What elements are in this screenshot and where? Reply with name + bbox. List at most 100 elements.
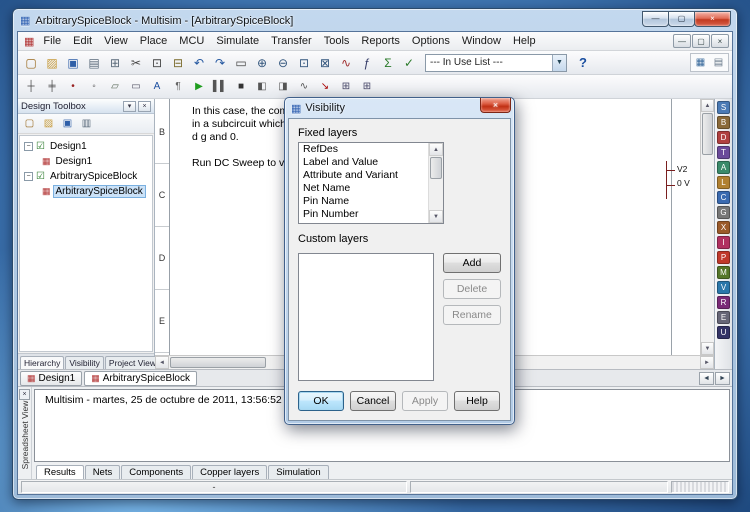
layer-item[interactable]: Pin Name <box>299 195 443 208</box>
menu-reports[interactable]: Reports <box>355 33 406 49</box>
copy-icon[interactable]: ⊡ <box>147 53 167 73</box>
tab-project-view[interactable]: Project View <box>104 356 161 369</box>
function-generator-icon[interactable]: ∿ <box>294 77 314 97</box>
add-button[interactable]: Add <box>443 253 501 273</box>
combo-dropdown-icon[interactable]: ▼ <box>552 54 566 71</box>
tree-item-design1-root[interactable]: − ☑ Design1 <box>20 139 152 154</box>
save-icon[interactable]: ▣ <box>63 53 83 73</box>
oscilloscope-icon[interactable]: ◨ <box>273 77 293 97</box>
menu-mcu[interactable]: MCU <box>173 33 210 49</box>
zoom-out-icon[interactable]: ⊖ <box>273 53 293 73</box>
rename-button[interactable]: Rename <box>443 305 501 325</box>
tree-item-design1-sheet[interactable]: ▦ Design1 <box>20 154 152 169</box>
expander-icon[interactable]: − <box>24 172 33 181</box>
analog-components-icon[interactable]: A <box>717 161 730 174</box>
misc-components-icon[interactable]: M <box>717 266 730 279</box>
vertical-scrollbar[interactable]: ▲ ▼ <box>700 99 714 355</box>
undo-icon[interactable]: ↶ <box>189 53 209 73</box>
place-bus-icon[interactable]: ╪ <box>42 77 62 97</box>
zoom-in-icon[interactable]: ⊕ <box>252 53 272 73</box>
checkbox-icon[interactable]: ☑ <box>36 171 45 182</box>
cut-icon[interactable]: ✂ <box>126 53 146 73</box>
zoom-fit-icon[interactable]: ⊠ <box>315 53 335 73</box>
expander-icon[interactable]: − <box>24 142 33 151</box>
subcircuit-icon[interactable]: ▭ <box>126 77 146 97</box>
mdi-minimize-button[interactable]: — <box>673 34 691 48</box>
hierarchical-block-icon[interactable]: ▱ <box>105 77 125 97</box>
description-box-icon[interactable]: ¶ <box>168 77 188 97</box>
menu-simulate[interactable]: Simulate <box>210 33 265 49</box>
tab-next-icon[interactable]: ► <box>715 371 730 385</box>
probe-icon[interactable]: ↘ <box>315 77 335 97</box>
minimize-button[interactable]: — <box>642 10 669 27</box>
print-preview-icon[interactable]: ⊞ <box>105 53 125 73</box>
menu-options[interactable]: Options <box>406 33 456 49</box>
rf-components-icon[interactable]: R <box>717 296 730 309</box>
scrollbar-thumb[interactable] <box>430 157 442 179</box>
layer-item[interactable]: Pin Number <box>299 208 443 221</box>
scrollbar-thumb[interactable] <box>702 113 713 155</box>
mdi-close-button[interactable]: × <box>711 34 729 48</box>
scroll-down-icon[interactable]: ▼ <box>429 210 443 223</box>
menu-window[interactable]: Window <box>456 33 507 49</box>
scroll-up-icon[interactable]: ▲ <box>429 143 443 156</box>
menu-tools[interactable]: Tools <box>318 33 356 49</box>
run-simulation-icon[interactable]: ▶ <box>189 77 209 97</box>
mdi-restore-button[interactable]: ▢ <box>692 34 710 48</box>
close-button[interactable]: × <box>694 10 731 27</box>
ok-button[interactable]: OK <box>298 391 344 411</box>
menu-edit[interactable]: Edit <box>67 33 98 49</box>
toolbox-new-icon[interactable]: ▢ <box>21 115 38 132</box>
checkbox-icon[interactable]: ☑ <box>36 141 45 152</box>
ttl-components-icon[interactable]: L <box>717 176 730 189</box>
scroll-left-icon[interactable]: ◄ <box>155 356 169 369</box>
delete-button[interactable]: Delete <box>443 279 501 299</box>
open-file-icon[interactable]: ▨ <box>42 53 62 73</box>
tab-results[interactable]: Results <box>36 465 84 479</box>
tab-visibility[interactable]: Visibility <box>65 356 104 369</box>
layer-item[interactable]: Label and Value <box>299 156 443 169</box>
stop-simulation-icon[interactable]: ■ <box>231 77 251 97</box>
grid-properties-icon[interactable]: ⊞ <box>357 77 377 97</box>
maximize-button[interactable]: ▢ <box>668 10 695 27</box>
diode-components-icon[interactable]: D <box>717 131 730 144</box>
grapher-icon[interactable]: ∿ <box>336 53 356 73</box>
dialog-close-icon[interactable]: × <box>480 98 511 113</box>
spreadsheet-close-icon[interactable]: × <box>19 389 30 400</box>
in-use-list-combobox[interactable]: --- In Use List --- ▼ <box>425 53 567 72</box>
listbox-scrollbar[interactable]: ▲ ▼ <box>428 143 443 223</box>
place-text-icon[interactable]: A <box>147 77 167 97</box>
print-icon[interactable]: ▤ <box>84 53 104 73</box>
tree-item-arbitraryspiceblock-sheet[interactable]: ▦ ArbitrarySpiceBlock <box>20 184 152 199</box>
tab-prev-icon[interactable]: ◄ <box>699 371 714 385</box>
status-grip[interactable] <box>671 481 729 493</box>
layer-item[interactable]: Net Name <box>299 182 443 195</box>
toolbox-open-icon[interactable]: ▨ <box>40 115 57 132</box>
redo-icon[interactable]: ↷ <box>210 53 230 73</box>
voltage-source-v2[interactable]: V2 0 V <box>657 161 699 203</box>
multimeter-icon[interactable]: ◧ <box>252 77 272 97</box>
layer-item[interactable]: Attribute and Variant <box>299 169 443 182</box>
paste-icon[interactable]: ⊟ <box>168 53 188 73</box>
tab-nets[interactable]: Nets <box>84 465 121 479</box>
layer-item[interactable]: RefDes <box>299 143 443 156</box>
mixed-components-icon[interactable]: X <box>717 221 730 234</box>
basic-components-icon[interactable]: B <box>717 116 730 129</box>
spreadsheet-toggle-icon[interactable]: ▤ <box>710 54 727 71</box>
dialog-title-bar[interactable]: ▦ Visibility × <box>288 98 511 118</box>
tab-simulation[interactable]: Simulation <box>268 465 329 479</box>
source-components-icon[interactable]: S <box>717 101 730 114</box>
analyses-icon[interactable]: ƒ <box>357 53 377 73</box>
power-components-icon[interactable]: P <box>717 251 730 264</box>
toolbox-layers-icon[interactable]: ▥ <box>78 115 95 132</box>
title-bar[interactable]: ▦ ArbitrarySpiceBlock - Multisim - [Arbi… <box>13 9 737 30</box>
cancel-button[interactable]: Cancel <box>350 391 396 411</box>
toolbox-close-icon[interactable]: × <box>138 100 151 112</box>
indicator-components-icon[interactable]: I <box>717 236 730 249</box>
tab-components[interactable]: Components <box>121 465 192 479</box>
apply-button[interactable]: Apply <box>402 391 448 411</box>
menu-view[interactable]: View <box>98 33 134 49</box>
scroll-up-icon[interactable]: ▲ <box>701 99 714 112</box>
toolbox-menu-icon[interactable]: ▾ <box>123 100 136 112</box>
place-junction-icon[interactable]: • <box>63 77 83 97</box>
